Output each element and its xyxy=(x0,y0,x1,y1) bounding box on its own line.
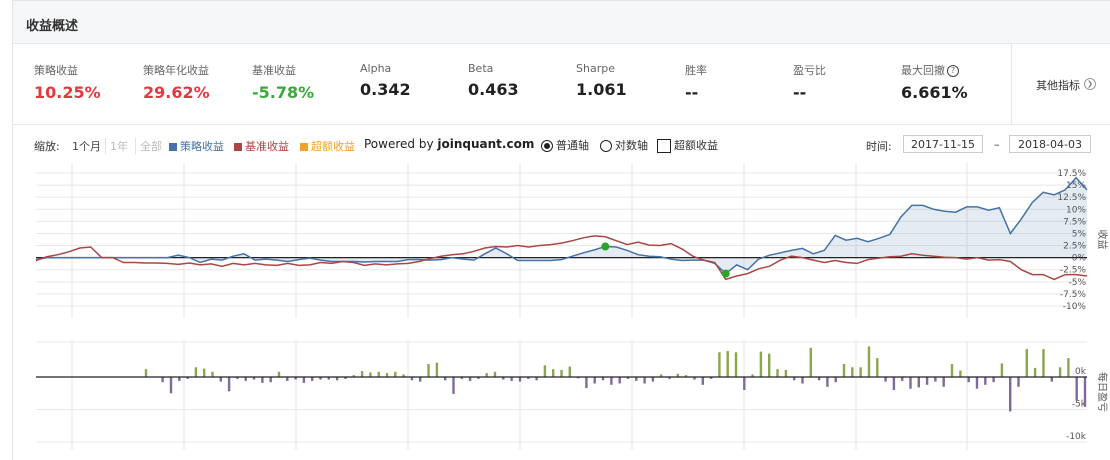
daily-pnl-bar xyxy=(851,367,854,378)
daily-pnl-bar xyxy=(726,351,729,377)
y-tick-label: -10% xyxy=(1063,302,1087,312)
daily-pnl-bar xyxy=(884,377,887,382)
daily-pnl-bar xyxy=(917,377,920,388)
daily-pnl-bar xyxy=(734,352,738,377)
daily-pnl-bar xyxy=(435,362,439,377)
extreme-point-marker xyxy=(601,242,610,251)
daily-pnl-bar xyxy=(784,369,788,377)
daily-pnl-bar xyxy=(1050,377,1053,382)
daily-pnl-bar xyxy=(1009,377,1012,412)
daily-pnl-bar xyxy=(593,377,596,384)
daily-pnl-bar xyxy=(552,369,555,377)
daily-pnl-bar xyxy=(975,377,979,389)
daily-pnl-bar xyxy=(1075,377,1078,401)
daily-pnl-bar xyxy=(1033,367,1037,377)
daily-pnl-bar xyxy=(759,351,763,377)
y-axis-title: 每日盈亏 xyxy=(1096,372,1109,412)
daily-pnl-bar xyxy=(643,377,646,384)
y-tick-label: 0k xyxy=(1075,367,1087,377)
daily-pnl-bar xyxy=(701,377,704,385)
daily-pnl-bar xyxy=(452,377,455,394)
daily-pnl-bar xyxy=(493,371,497,377)
daily-pnl-bar xyxy=(610,377,613,385)
daily-pnl-bar xyxy=(369,372,372,377)
daily-pnl-bar xyxy=(560,369,563,377)
daily-pnl-bar xyxy=(1058,367,1062,378)
daily-pnl-bar xyxy=(360,371,364,377)
daily-pnl-bar xyxy=(718,352,721,377)
daily-pnl-bar xyxy=(826,377,829,387)
daily-pnl-bar xyxy=(518,377,522,382)
daily-pnl-bar xyxy=(419,377,422,382)
daily-pnl-bar xyxy=(909,377,912,389)
daily-pnl-bar xyxy=(1025,349,1028,377)
daily-pnl-bar xyxy=(876,358,879,377)
daily-pnl-bar xyxy=(859,367,862,378)
daily-pnl-bar xyxy=(1083,377,1087,407)
daily-pnl-bar xyxy=(801,377,804,384)
daily-pnl-bar xyxy=(568,366,571,377)
daily-pnl-bar xyxy=(618,377,621,384)
daily-pnl-bar xyxy=(934,377,937,382)
daily-pnl-bar xyxy=(892,377,896,390)
y-axis-title: 收益 xyxy=(1096,230,1109,250)
daily-pnl-bar xyxy=(651,377,655,382)
y-tick-label: -7.5% xyxy=(1060,290,1087,300)
daily-pnl-bar xyxy=(942,377,945,387)
daily-pnl-bar xyxy=(1042,349,1045,377)
charts-svg: 17.5%15%12.5%10%7.5%5%2.5%0%-2.5%-5%-7.5… xyxy=(35,163,1109,450)
y-tick-label: -5% xyxy=(1068,278,1086,288)
daily-pnl-bar xyxy=(227,377,231,392)
daily-pnl-bar xyxy=(269,377,272,383)
daily-pnl-bar xyxy=(834,377,837,383)
daily-pnl-bar xyxy=(867,346,871,377)
y-tick-label: -10k xyxy=(1066,432,1087,442)
daily-pnl-bar xyxy=(925,377,929,385)
daily-pnl-bar xyxy=(427,364,430,377)
daily-pnl-bar xyxy=(261,377,264,383)
daily-pnl-bar xyxy=(543,365,547,377)
daily-pnl-bar xyxy=(203,368,206,377)
daily-pnl-bar xyxy=(169,377,173,394)
daily-pnl-bar xyxy=(144,369,148,377)
daily-pnl-bar xyxy=(984,377,987,385)
daily-pnl-bar xyxy=(776,369,779,377)
daily-pnl-bar xyxy=(161,377,164,383)
daily-pnl-bar xyxy=(1000,363,1004,377)
daily-pnl-bar xyxy=(842,364,846,377)
daily-pnl-bar xyxy=(277,371,281,377)
daily-pnl-bar xyxy=(585,377,588,389)
daily-pnl-bar xyxy=(1067,358,1070,377)
daily-pnl-bar xyxy=(194,367,198,378)
daily-pnl-bar xyxy=(219,377,222,382)
daily-pnl-bar xyxy=(211,371,214,377)
daily-pnl-bar xyxy=(959,370,962,377)
daily-pnl-bar xyxy=(394,371,397,377)
daily-pnl-bar xyxy=(1017,377,1020,387)
daily-pnl-bar xyxy=(768,353,771,377)
daily-pnl-bar xyxy=(992,377,995,383)
daily-pnl-bar xyxy=(809,347,812,378)
daily-pnl-bar xyxy=(377,371,380,377)
daily-pnl-bar xyxy=(302,377,306,383)
daily-pnl-bar xyxy=(743,377,746,390)
daily-pnl-bar xyxy=(967,377,970,383)
daily-pnl-bar xyxy=(950,364,954,377)
extreme-point-marker xyxy=(721,269,730,278)
y-tick-label: 17.5% xyxy=(1057,169,1086,179)
